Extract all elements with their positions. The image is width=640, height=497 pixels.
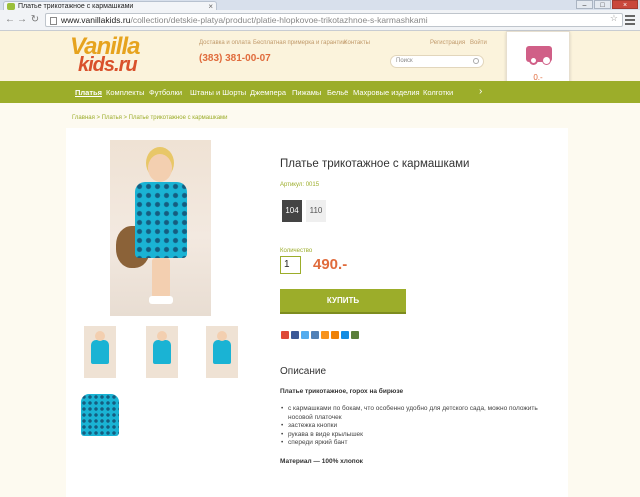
menu-item-pants[interactable]: Штаны и Шорты	[190, 88, 246, 97]
forward-arrow-icon[interactable]: →	[16, 14, 28, 26]
product-thumbnail[interactable]	[146, 326, 178, 378]
bookmark-star-icon[interactable]: ☆	[610, 13, 618, 24]
photo-legs	[152, 258, 170, 298]
material-text: Материал — 100% хлопок	[280, 458, 363, 465]
cart-truck-icon	[526, 46, 552, 65]
size-option-110[interactable]: 110	[306, 200, 326, 222]
odnoklassniki-share-icon[interactable]	[321, 331, 329, 339]
link-login[interactable]: Войти	[470, 40, 487, 46]
list-item: с кармашками по бокам, что особенно удоб…	[280, 405, 560, 422]
menu-item-pajamas[interactable]: Пижамы	[292, 88, 321, 97]
mailru-share-icon[interactable]	[331, 331, 339, 339]
category-menu: Платья Комплекты Футболки Штаны и Шорты …	[0, 81, 640, 103]
link-fitting[interactable]: Бесплатная примерка и гарантии	[253, 40, 346, 46]
search-icon[interactable]	[473, 58, 479, 64]
product-thumbnail[interactable]	[84, 326, 116, 378]
search-placeholder: Поиск	[396, 58, 413, 64]
twitter-share-icon[interactable]	[301, 331, 309, 339]
photo-shoes	[149, 296, 173, 304]
browser-toolbar: ← → ↻ www.vanillakids.ru/collection/dets…	[0, 10, 640, 31]
photo-dress	[135, 182, 187, 258]
menu-item-underwear[interactable]: Бельё	[327, 88, 348, 97]
list-item: спереди яркий бант	[280, 439, 560, 448]
window-controls: – □ ×	[576, 0, 638, 10]
share-buttons	[281, 331, 359, 339]
product-thumbnail[interactable]	[206, 326, 238, 378]
list-item: застежка кнопки	[280, 422, 560, 431]
page-icon	[50, 17, 57, 25]
product-sku: Артикул: 0015	[280, 182, 320, 188]
photo-head	[148, 154, 172, 182]
url-host: www.vanillakids.ru	[61, 15, 131, 25]
menu-item-tights[interactable]: Колготки	[423, 88, 453, 97]
list-item: рукава в виде крылышек	[280, 431, 560, 440]
url-path: /collection/detskie-platya/product/plati…	[130, 15, 428, 25]
link-register[interactable]: Регистрация	[430, 40, 465, 46]
maximize-button[interactable]: □	[594, 0, 611, 9]
menu-item-jumpers[interactable]: Джемпера	[250, 88, 286, 97]
menu-item-sets[interactable]: Комплекты	[106, 88, 145, 97]
livejournal-share-icon[interactable]	[341, 331, 349, 339]
menu-item-dresses[interactable]: Платья	[75, 88, 102, 97]
link-delivery[interactable]: Доставка и оплата	[199, 40, 251, 46]
breadcrumb[interactable]: Главная > Платья > Платье трикотажное с …	[72, 115, 228, 121]
facebook-share-icon[interactable]	[291, 331, 299, 339]
menu-item-terry[interactable]: Махровые изделия	[353, 88, 420, 97]
search-input[interactable]: Поиск	[390, 55, 484, 68]
product-thumbnail[interactable]	[75, 388, 125, 438]
address-bar[interactable]: www.vanillakids.ru/collection/detskie-pl…	[45, 13, 623, 27]
minimize-button[interactable]: –	[576, 0, 593, 9]
phone-number: (383) 381-00-07	[199, 53, 271, 64]
size-option-104[interactable]: 104	[282, 200, 302, 222]
description-subtitle: Платье трикотажное, горох на бирюзе	[280, 388, 404, 395]
link-contacts[interactable]: Контакты	[344, 40, 370, 46]
menu-more-arrow-icon[interactable]: ›	[479, 87, 482, 97]
reload-icon[interactable]: ↻	[29, 14, 41, 26]
product-price: 490.-	[313, 256, 348, 273]
description-heading: Описание	[280, 366, 327, 377]
product-title: Платье трикотажное с кармашками	[280, 158, 470, 170]
back-arrow-icon[interactable]: ←	[4, 14, 16, 26]
google-share-icon[interactable]	[281, 331, 289, 339]
description-list: с кармашками по бокам, что особенно удоб…	[280, 405, 560, 448]
logo-text-bottom: kids.ru	[78, 54, 138, 76]
buy-button[interactable]: КУПИТЬ	[280, 289, 406, 312]
quantity-input[interactable]: 1	[280, 256, 301, 274]
vk-share-icon[interactable]	[311, 331, 319, 339]
favicon-icon	[7, 3, 15, 10]
browser-menu-icon[interactable]	[625, 15, 635, 27]
quantity-label: Количество	[280, 248, 313, 254]
close-window-button[interactable]: ×	[612, 0, 638, 9]
browser-tab-strip: Платье трикотажное с кармашками × – □ ×	[0, 0, 640, 11]
product-main-photo[interactable]	[110, 140, 211, 316]
site-logo[interactable]: Vanilla kids.ru	[70, 35, 168, 77]
moimir-share-icon[interactable]	[351, 331, 359, 339]
menu-item-tshirts[interactable]: Футболки	[149, 88, 182, 97]
tab-title: Платье трикотажное с кармашками	[18, 3, 134, 10]
